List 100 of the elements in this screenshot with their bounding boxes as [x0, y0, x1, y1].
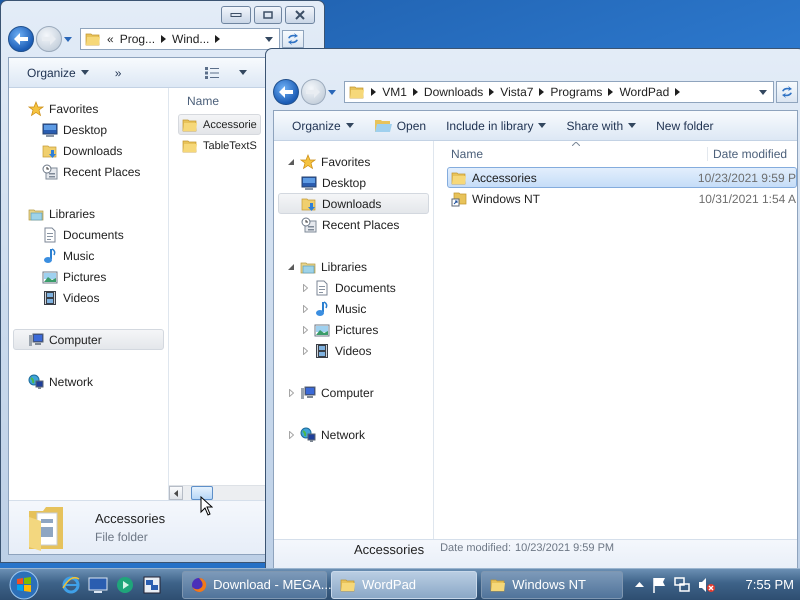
- date-modified-value: 10/23/2021 9:59 PM: [515, 542, 614, 554]
- expanded-arrow-icon[interactable]: [288, 158, 294, 164]
- folder-shortcut-icon: [451, 190, 467, 206]
- nav-pane-item[interactable]: Libraries: [278, 256, 429, 277]
- nav-pane-item[interactable]: Music: [278, 298, 429, 319]
- address-crumb[interactable]: Wind...: [172, 32, 210, 46]
- folder-icon: [182, 116, 198, 132]
- close-button[interactable]: [285, 6, 315, 24]
- minimize-button[interactable]: [221, 6, 251, 24]
- toolbar-menu[interactable]: Include in library: [438, 114, 554, 138]
- column-header[interactable]: Name: [169, 94, 249, 108]
- scrollbar-thumb[interactable]: [191, 486, 213, 500]
- file-name: TableTextS: [203, 140, 257, 152]
- recent-pages-caret-icon[interactable]: [64, 36, 72, 42]
- nav-item-label: Network: [321, 428, 366, 442]
- flag-icon[interactable]: [652, 576, 666, 592]
- caret-icon: [538, 123, 546, 128]
- organize-menu[interactable]: Organize: [19, 60, 97, 84]
- music-note-icon: [42, 248, 58, 264]
- nav-pane-item[interactable]: Documents: [278, 277, 429, 298]
- date-modified: 10/23/2021 9:59 P: [698, 170, 796, 184]
- address-crumb[interactable]: Prog...: [120, 32, 156, 46]
- network-icon[interactable]: [674, 576, 690, 592]
- refresh-button[interactable]: [776, 81, 798, 103]
- nav-pane-item[interactable]: Computer: [278, 382, 429, 403]
- chevron-icon: [161, 35, 166, 43]
- maximize-button[interactable]: [254, 6, 282, 24]
- close-icon: [294, 10, 306, 20]
- address-crumb[interactable]: WordPad: [619, 85, 670, 99]
- address-crumb[interactable]: Programs: [550, 85, 602, 99]
- recent-places-icon: [42, 164, 58, 180]
- nav-pane-item[interactable]: Favorites: [278, 151, 429, 172]
- nav-pane-item[interactable]: Libraries: [13, 203, 164, 224]
- column-header[interactable]: Name: [434, 147, 707, 161]
- nav-item-label: Libraries: [321, 260, 368, 274]
- date-modified: 10/31/2021 1:54 A: [698, 192, 796, 206]
- nav-item-label: Computer: [49, 332, 102, 346]
- picture-icon: [314, 322, 330, 338]
- item-type: File folder: [95, 530, 149, 544]
- nav-pane-item[interactable]: Network: [278, 424, 429, 445]
- nav-pane-item[interactable]: Desktop: [278, 172, 429, 193]
- address-crumb[interactable]: Vista7: [500, 85, 534, 99]
- nav-pane-item[interactable]: Pictures: [13, 266, 164, 287]
- folder-icon: [85, 31, 101, 47]
- nav-pane-item[interactable]: Downloads: [13, 140, 164, 161]
- film-icon: [42, 290, 58, 306]
- nav-pane-item[interactable]: Documents: [13, 224, 164, 245]
- nav-pane-item[interactable]: Pictures: [278, 319, 429, 340]
- address-crumb[interactable]: Downloads: [424, 85, 484, 99]
- address-bar[interactable]: « Prog... Wind...: [80, 28, 280, 50]
- toolbar-menu[interactable]: Share with: [558, 114, 644, 138]
- nav-item-label: Favorites: [321, 154, 370, 168]
- back-arrow-icon: [14, 33, 28, 45]
- nav-pane-item[interactable]: Videos: [278, 340, 429, 361]
- nav-item-label: Pictures: [63, 270, 106, 284]
- nav-pane-item[interactable]: Recent Places: [13, 161, 164, 182]
- nav-item-label: Videos: [63, 290, 100, 304]
- refresh-button[interactable]: [282, 30, 304, 48]
- column-header[interactable]: Date modified: [707, 147, 797, 161]
- downloads-folder-icon: [42, 142, 58, 158]
- left-arrow-icon: [174, 490, 178, 496]
- recent-places-icon: [301, 216, 317, 232]
- maximize-icon: [263, 11, 273, 19]
- file-row[interactable]: Windows NT 10/31/2021 1:54 A: [447, 188, 797, 209]
- address-overflow[interactable]: «: [107, 32, 114, 46]
- toolbar-button[interactable]: New folder: [648, 114, 722, 138]
- address-bar[interactable]: VM1 Downloads Vista7 Programs WordPad: [344, 81, 774, 103]
- nav-pane-item[interactable]: Desktop: [13, 119, 164, 140]
- folder-icon: [490, 576, 506, 592]
- file-row[interactable]: TableTextS: [178, 135, 261, 156]
- file-row[interactable]: Accessorie: [178, 114, 261, 135]
- network-globe-icon: [28, 374, 44, 390]
- nav-pane-item[interactable]: Network: [13, 371, 164, 392]
- speaker-muted-icon[interactable]: [698, 576, 716, 592]
- nav-pane-item[interactable]: Computer: [13, 329, 164, 350]
- back-button[interactable]: [8, 26, 34, 52]
- back-button[interactable]: [273, 79, 299, 105]
- mouse-cursor-icon: [200, 496, 213, 516]
- item-name: Accessories: [95, 511, 166, 526]
- taskbar-button[interactable]: Windows NT: [481, 570, 623, 598]
- toolbar-menu[interactable]: Organize: [284, 114, 362, 138]
- nav-pane-item[interactable]: Videos: [13, 287, 164, 308]
- open-button[interactable]: Open: [366, 114, 434, 138]
- address-crumb[interactable]: VM1: [382, 85, 407, 99]
- nav-pane-item[interactable]: Favorites: [13, 98, 164, 119]
- expanded-arrow-icon[interactable]: [288, 264, 294, 270]
- toolbar-overflow-button[interactable]: »: [106, 60, 130, 84]
- file-name: Accessories: [472, 170, 538, 184]
- refresh-icon: [780, 86, 794, 98]
- file-row[interactable]: Accessories 10/23/2021 9:59 P: [447, 167, 797, 188]
- scroll-left-button[interactable]: [169, 486, 183, 500]
- forward-arrow-icon: [42, 33, 56, 45]
- clock[interactable]: 7:55 PM: [746, 577, 794, 592]
- nav-item-label: Libraries: [49, 206, 96, 220]
- recent-pages-caret-icon[interactable]: [328, 90, 336, 94]
- nav-pane-item[interactable]: Recent Places: [278, 214, 429, 235]
- nav-pane-item[interactable]: Downloads: [278, 193, 429, 214]
- back-arrow-icon: [278, 86, 293, 98]
- show-hidden-icons-arrow[interactable]: [634, 582, 644, 587]
- nav-pane-item[interactable]: Music: [13, 245, 164, 266]
